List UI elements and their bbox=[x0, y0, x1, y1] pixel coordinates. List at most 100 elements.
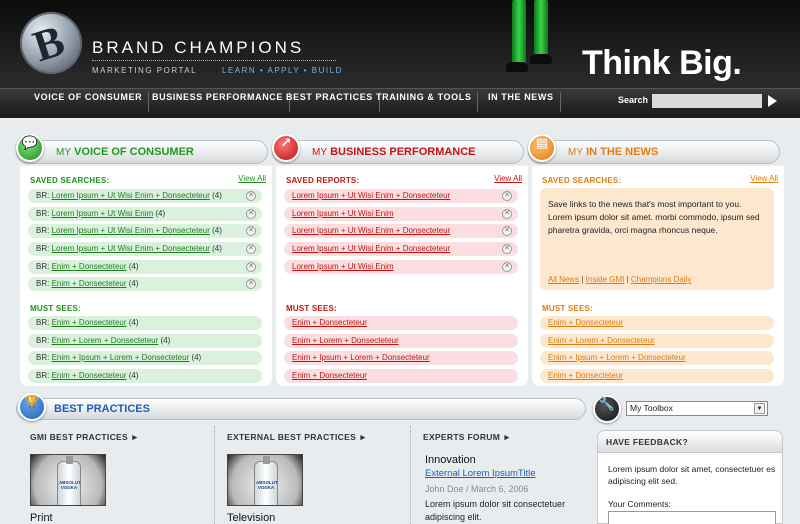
gmi-best-practices-link[interactable]: GMI BEST PRACTICES ► bbox=[30, 432, 139, 442]
nav-business-performance[interactable]: BUSINESS PERFORMANCE bbox=[146, 92, 291, 112]
saved-searches-label: SAVED SEARCHES: bbox=[542, 176, 622, 185]
brand-subtitle: MARKETING PORTAL bbox=[92, 66, 198, 75]
remove-icon[interactable]: ✕ bbox=[246, 191, 256, 201]
saved-search-item[interactable]: BR: Enim + Donsecteteur (4) ✕ bbox=[28, 277, 262, 291]
brand-divider bbox=[92, 60, 336, 61]
remove-icon[interactable]: ✕ bbox=[246, 244, 256, 254]
site-header: B BRAND CHAMPIONS MARKETING PORTAL LEARN… bbox=[0, 0, 800, 118]
saved-report-item[interactable]: Lorem Ipsum + Ut Wisi Enim + Donsecteteu… bbox=[284, 189, 518, 203]
main-nav: VOICE OF CONSUMER BUSINESS PERFORMANCE B… bbox=[0, 88, 800, 114]
trophy-icon: 🏆 bbox=[18, 393, 46, 421]
saved-search-item[interactable]: BR: Lorem Ipsum + Ut Wisi Enim (4) ✕ bbox=[28, 207, 262, 221]
saved-search-item[interactable]: BR: Lorem Ipsum + Ut Wisi Enim + Donsect… bbox=[28, 242, 262, 256]
newspaper-icon: ▤ bbox=[528, 134, 556, 162]
brand-tagline-strip: LEARN • APPLY • BUILD bbox=[222, 66, 343, 75]
forum-post-link[interactable]: External Lorem IpsumTitle bbox=[425, 468, 536, 479]
nav-training-tools[interactable]: TRAINING & TOOLS bbox=[370, 92, 479, 112]
panel-body: SAVED REPORTS: View All Lorem Ipsum + Ut… bbox=[276, 166, 528, 386]
must-see-item[interactable]: Enim + Donsecteteur bbox=[540, 316, 774, 330]
saved-report-item[interactable]: Lorem Ipsum + Ut Wisi Enim ✕ bbox=[284, 207, 518, 221]
hero-tagline: Think Big. bbox=[582, 44, 742, 82]
gmi-best-practices-column: GMI BEST PRACTICES ► ABSOLUT VODKA Print bbox=[18, 426, 210, 524]
remove-icon[interactable]: ✕ bbox=[246, 226, 256, 236]
news-link-champions-daily[interactable]: Champions Daily bbox=[631, 275, 691, 284]
television-caption: Television bbox=[227, 512, 276, 524]
panel-title: MY IN THE NEWS bbox=[568, 146, 659, 158]
experts-forum-link[interactable]: EXPERTS FORUM ► bbox=[423, 432, 511, 442]
nav-voice-of-consumer[interactable]: VOICE OF CONSUMER bbox=[28, 92, 150, 112]
saved-report-item[interactable]: Lorem Ipsum + Ut Wisi Enim + Donsecteteu… bbox=[284, 242, 518, 256]
saved-search-item[interactable]: BR: Lorem Ipsum + Ut Wisi Enim + Donsect… bbox=[28, 189, 262, 203]
must-see-item[interactable]: BR: Enim + Donsecteteur (4) bbox=[28, 316, 262, 330]
must-see-item[interactable]: Enim + Lorem + Donsecteteur bbox=[540, 334, 774, 348]
must-see-item[interactable]: Enim + Lorem + Donsecteteur bbox=[284, 334, 518, 348]
forum-post-excerpt: Lorem ipsum dolor sit consectetuer adipi… bbox=[425, 499, 566, 522]
experts-forum-column: EXPERTS FORUM ► Innovation External Lore… bbox=[410, 426, 588, 524]
dropdown-arrow-icon[interactable]: ▼ bbox=[754, 403, 765, 414]
search-go-arrow-icon[interactable] bbox=[768, 95, 777, 107]
news-links: All News | Inside GMI | Champions Daily bbox=[548, 275, 692, 284]
news-link-inside-gmi[interactable]: Inside GMI bbox=[586, 275, 625, 284]
hero-legs-image bbox=[500, 0, 560, 80]
remove-icon[interactable]: ✕ bbox=[502, 226, 512, 236]
must-see-item[interactable]: BR: Enim + Donsecteteur (4) bbox=[28, 369, 262, 383]
forum-post-meta: John Doe / March 6, 2006 bbox=[425, 484, 529, 494]
remove-icon[interactable]: ✕ bbox=[246, 262, 256, 272]
panel-voice-of-consumer: 💬 MY VOICE OF CONSUMER SAVED SEARCHES: V… bbox=[16, 134, 272, 386]
remove-icon[interactable]: ✕ bbox=[502, 262, 512, 272]
speech-bubble-icon: 💬 bbox=[16, 134, 44, 162]
external-best-practices-column: EXTERNAL BEST PRACTICES ► ABSOLUT VODKA … bbox=[214, 426, 408, 524]
nav-in-the-news[interactable]: IN THE NEWS bbox=[482, 92, 561, 112]
view-all-link[interactable]: View All bbox=[750, 174, 778, 183]
panel-title: MY BUSINESS PERFORMANCE bbox=[312, 146, 476, 158]
saved-search-item[interactable]: BR: Lorem Ipsum + Ut Wisi Enim + Donsect… bbox=[28, 224, 262, 238]
remove-icon[interactable]: ✕ bbox=[246, 279, 256, 289]
television-ad-thumbnail[interactable]: ABSOLUT VODKA bbox=[227, 454, 303, 506]
must-see-item[interactable]: Enim + Donsecteteur bbox=[284, 316, 518, 330]
view-all-link[interactable]: View All bbox=[238, 174, 266, 183]
comments-textarea[interactable] bbox=[608, 511, 776, 524]
best-practices-title: BEST PRACTICES bbox=[54, 403, 150, 415]
print-caption: Print bbox=[30, 512, 53, 524]
must-sees-label: MUST SEES: bbox=[286, 304, 337, 313]
logo-letter-b: B bbox=[27, 15, 71, 72]
panel-title: MY VOICE OF CONSUMER bbox=[56, 146, 194, 158]
must-see-item[interactable]: Enim + Ipsum + Lorem + Donsecteteur bbox=[540, 351, 774, 365]
external-best-practices-link[interactable]: EXTERNAL BEST PRACTICES ► bbox=[227, 432, 367, 442]
saved-search-item[interactable]: BR: Enim + Donsecteteur (4) ✕ bbox=[28, 260, 262, 274]
saved-report-item[interactable]: Lorem Ipsum + Ut Wisi Enim + Donsecteteu… bbox=[284, 224, 518, 238]
panel-in-the-news: ▤ MY IN THE NEWS SAVED SEARCHES: View Al… bbox=[528, 134, 784, 386]
saved-searches-label: SAVED SEARCHES: bbox=[30, 176, 110, 185]
must-see-item[interactable]: Enim + Donsecteteur bbox=[540, 369, 774, 383]
panel-body: SAVED SEARCHES: View All Save links to t… bbox=[532, 166, 784, 386]
search-label: Search bbox=[618, 95, 649, 105]
remove-icon[interactable]: ✕ bbox=[502, 191, 512, 201]
remove-icon[interactable]: ✕ bbox=[246, 209, 256, 219]
trend-arrow-icon: ↗ bbox=[272, 134, 300, 162]
must-see-item[interactable]: BR: Enim + Ipsum + Lorem + Donsecteteur … bbox=[28, 351, 262, 365]
news-info-text: Save links to the news that's most impor… bbox=[548, 199, 760, 235]
feedback-box: HAVE FEEDBACK? Lorem ipsum dolor sit ame… bbox=[597, 430, 783, 524]
forum-topic-title: Innovation bbox=[425, 454, 476, 466]
comments-label: Your Comments: bbox=[608, 499, 671, 509]
news-link-all-news[interactable]: All News bbox=[548, 275, 579, 284]
saved-reports-label: SAVED REPORTS: bbox=[286, 176, 360, 185]
search-input[interactable] bbox=[652, 94, 762, 108]
brand-logo[interactable]: B bbox=[20, 12, 82, 74]
must-see-item[interactable]: Enim + Donsecteteur bbox=[284, 369, 518, 383]
must-sees-label: MUST SEES: bbox=[30, 304, 81, 313]
panel-body: SAVED SEARCHES: View All BR: Lorem Ipsum… bbox=[20, 166, 272, 386]
news-info-box: Save links to the news that's most impor… bbox=[540, 188, 774, 290]
remove-icon[interactable]: ✕ bbox=[502, 244, 512, 254]
print-ad-thumbnail[interactable]: ABSOLUT VODKA bbox=[30, 454, 106, 506]
wrench-icon: 🔧 bbox=[593, 395, 621, 423]
must-see-item[interactable]: Enim + Ipsum + Lorem + Donsecteteur bbox=[284, 351, 518, 365]
feedback-header: HAVE FEEDBACK? bbox=[598, 431, 782, 453]
nav-best-practices[interactable]: BEST PRACTICES bbox=[280, 92, 380, 112]
view-all-link[interactable]: View All bbox=[494, 174, 522, 183]
remove-icon[interactable]: ✕ bbox=[502, 209, 512, 219]
must-see-item[interactable]: BR: Enim + Lorem + Donsecteteur (4) bbox=[28, 334, 262, 348]
saved-report-item[interactable]: Lorem Ipsum + Ut Wisi Enim ✕ bbox=[284, 260, 518, 274]
brand-name: BRAND CHAMPIONS bbox=[92, 38, 305, 57]
toolbox-select[interactable]: My Toolbox ▼ bbox=[626, 401, 768, 416]
